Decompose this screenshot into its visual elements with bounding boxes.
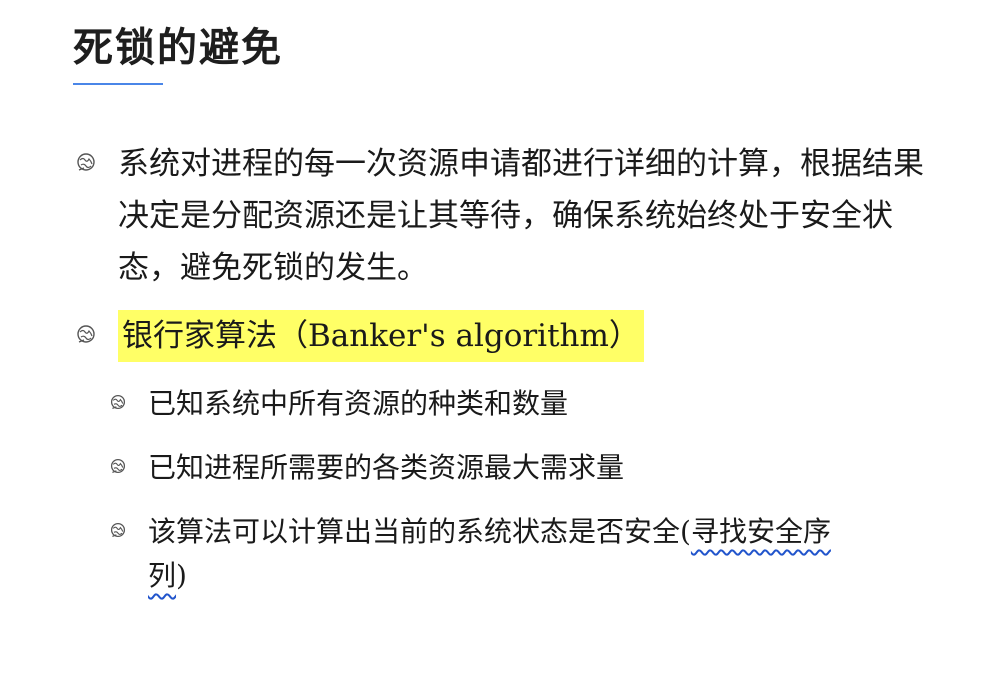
title-underline bbox=[73, 83, 163, 85]
globe-bullet-icon bbox=[110, 394, 126, 410]
sub-bullet-text: 已知系统中所有资源的种类和数量 bbox=[148, 387, 569, 420]
spellcheck-squiggle: 列 bbox=[148, 559, 177, 592]
sub-bullet-text: 该算法可以计算出当前的系统状态是否安全(寻找安全序列) bbox=[148, 510, 831, 598]
slide: 死锁的避免 系统对进程的每一次资源申请都进行详细的计算，根据结果决定是分配资源还… bbox=[0, 0, 1006, 693]
bankers-algorithm-heading: 银行家算法（Banker's algorithm） bbox=[118, 310, 644, 362]
bullet-bankers-algorithm: 银行家算法（Banker's algorithm） bbox=[76, 310, 936, 362]
bullet-intro-text: 系统对进程的每一次资源申请都进行详细的计算，根据结果决定是分配资源还是让其等待，… bbox=[118, 146, 924, 286]
sub-bullet-max-demand: 已知进程所需要的各类资源最大需求量 bbox=[110, 446, 930, 490]
bullet-intro: 系统对进程的每一次资源申请都进行详细的计算，根据结果决定是分配资源还是让其等待，… bbox=[76, 138, 936, 294]
globe-bullet-icon bbox=[76, 324, 96, 344]
globe-bullet-icon bbox=[110, 458, 126, 474]
sub-bullet-resource-types: 已知系统中所有资源的种类和数量 bbox=[110, 382, 930, 426]
slide-title: 死锁的避免 bbox=[73, 24, 283, 71]
sub-bullet-safe-state: 该算法可以计算出当前的系统状态是否安全(寻找安全序列) bbox=[110, 510, 930, 598]
closing-paren: ) bbox=[176, 559, 187, 592]
sub-bullet-text: 已知进程所需要的各类资源最大需求量 bbox=[148, 451, 625, 484]
spellcheck-squiggle: 寻找安全序 bbox=[690, 515, 831, 548]
globe-bullet-icon bbox=[110, 522, 126, 538]
safe-state-text: 该算法可以计算出当前的系统状态是否安全( bbox=[148, 515, 691, 548]
globe-bullet-icon bbox=[76, 152, 96, 172]
